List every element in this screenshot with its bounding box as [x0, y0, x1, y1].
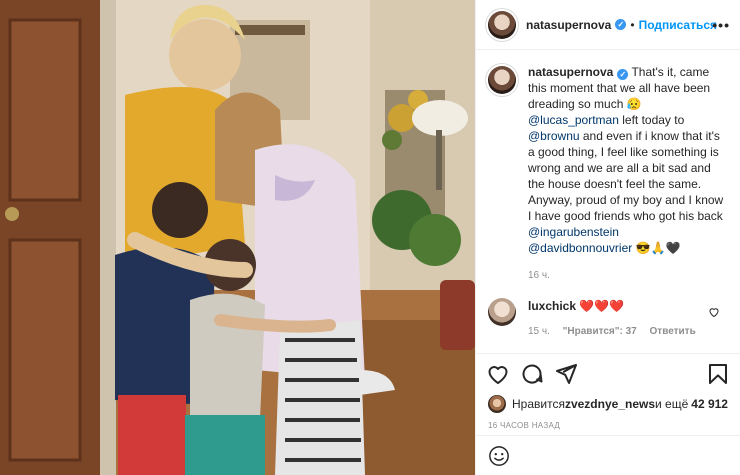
verified-badge-icon: ✓: [615, 19, 627, 30]
follow-button[interactable]: Подписаться: [639, 18, 717, 32]
mention-link[interactable]: @lucas_portman: [528, 113, 619, 127]
mention-link[interactable]: @ingarubenstein: [528, 225, 619, 239]
share-icon[interactable]: [554, 362, 578, 386]
comment-item: luxchick ❤️❤️❤️ 15 ч. "Нравится": 37 Отв…: [488, 298, 728, 340]
caption-text: 😎🙏🖤: [632, 241, 681, 255]
family-hug-photo: [0, 0, 475, 475]
comment-body: luxchick ❤️❤️❤️ 15 ч. "Нравится": 37 Отв…: [528, 298, 708, 340]
liker-avatar[interactable]: [488, 395, 506, 413]
verified-badge-icon: ✓: [617, 69, 629, 80]
caption-time: 16 ч.: [528, 270, 550, 281]
comments-list: natasupernova ✓ That's it, came this mome…: [476, 50, 740, 353]
liker-username[interactable]: zvezdnye_news: [565, 397, 655, 411]
comment-icon[interactable]: [520, 362, 544, 386]
comment-likes[interactable]: "Нравится": 37: [563, 326, 637, 337]
add-comment-bar: [476, 435, 740, 475]
caption-text: and even if i know that it's a good thin…: [528, 129, 724, 223]
likes-summary: Нравится zvezdnye_news и ещё 42 912: [476, 393, 740, 415]
comment-time: 15 ч.: [528, 326, 550, 337]
author-avatar[interactable]: [488, 10, 516, 39]
caption-body: natasupernova ✓ That's it, came this mome…: [528, 64, 725, 284]
smiley-icon[interactable]: [488, 445, 510, 467]
post-side-panel: natasupernova ✓ • Подписаться ••• natasu…: [475, 0, 740, 475]
author-username[interactable]: natasupernova: [526, 18, 611, 32]
reply-button[interactable]: Ответить: [650, 326, 696, 337]
more-options-icon[interactable]: •••: [712, 17, 730, 33]
post-header: natasupernova ✓ • Подписаться •••: [476, 0, 740, 50]
post-timestamp: 16 ЧАСОВ НАЗАД: [488, 420, 561, 430]
instagram-post: natasupernova ✓ • Подписаться ••• natasu…: [0, 0, 740, 475]
separator-dot: •: [630, 17, 635, 32]
heart-icon[interactable]: [486, 362, 510, 386]
mention-link[interactable]: @brownu: [528, 129, 580, 143]
comment-text: ❤️❤️❤️: [576, 299, 625, 313]
post-photo[interactable]: [0, 0, 475, 475]
comment-like-heart-icon[interactable]: [708, 306, 720, 318]
comment-meta: 15 ч. "Нравится": 37 Ответить: [528, 324, 708, 340]
commenter-avatar[interactable]: [488, 298, 516, 326]
likes-middle: и ещё: [655, 397, 689, 411]
caption-username[interactable]: natasupernova: [528, 65, 613, 79]
post-caption: natasupernova ✓ That's it, came this mome…: [488, 64, 728, 284]
likes-prefix: Нравится: [512, 397, 565, 411]
post-actions: [476, 353, 740, 393]
mention-link[interactable]: @davidbonnouvrier: [528, 241, 632, 255]
comment-username[interactable]: luxchick: [528, 299, 576, 313]
caption-avatar[interactable]: [488, 66, 516, 94]
bookmark-icon[interactable]: [706, 362, 730, 386]
likes-count[interactable]: 42 912: [691, 397, 728, 411]
caption-text: left today to: [618, 113, 685, 127]
